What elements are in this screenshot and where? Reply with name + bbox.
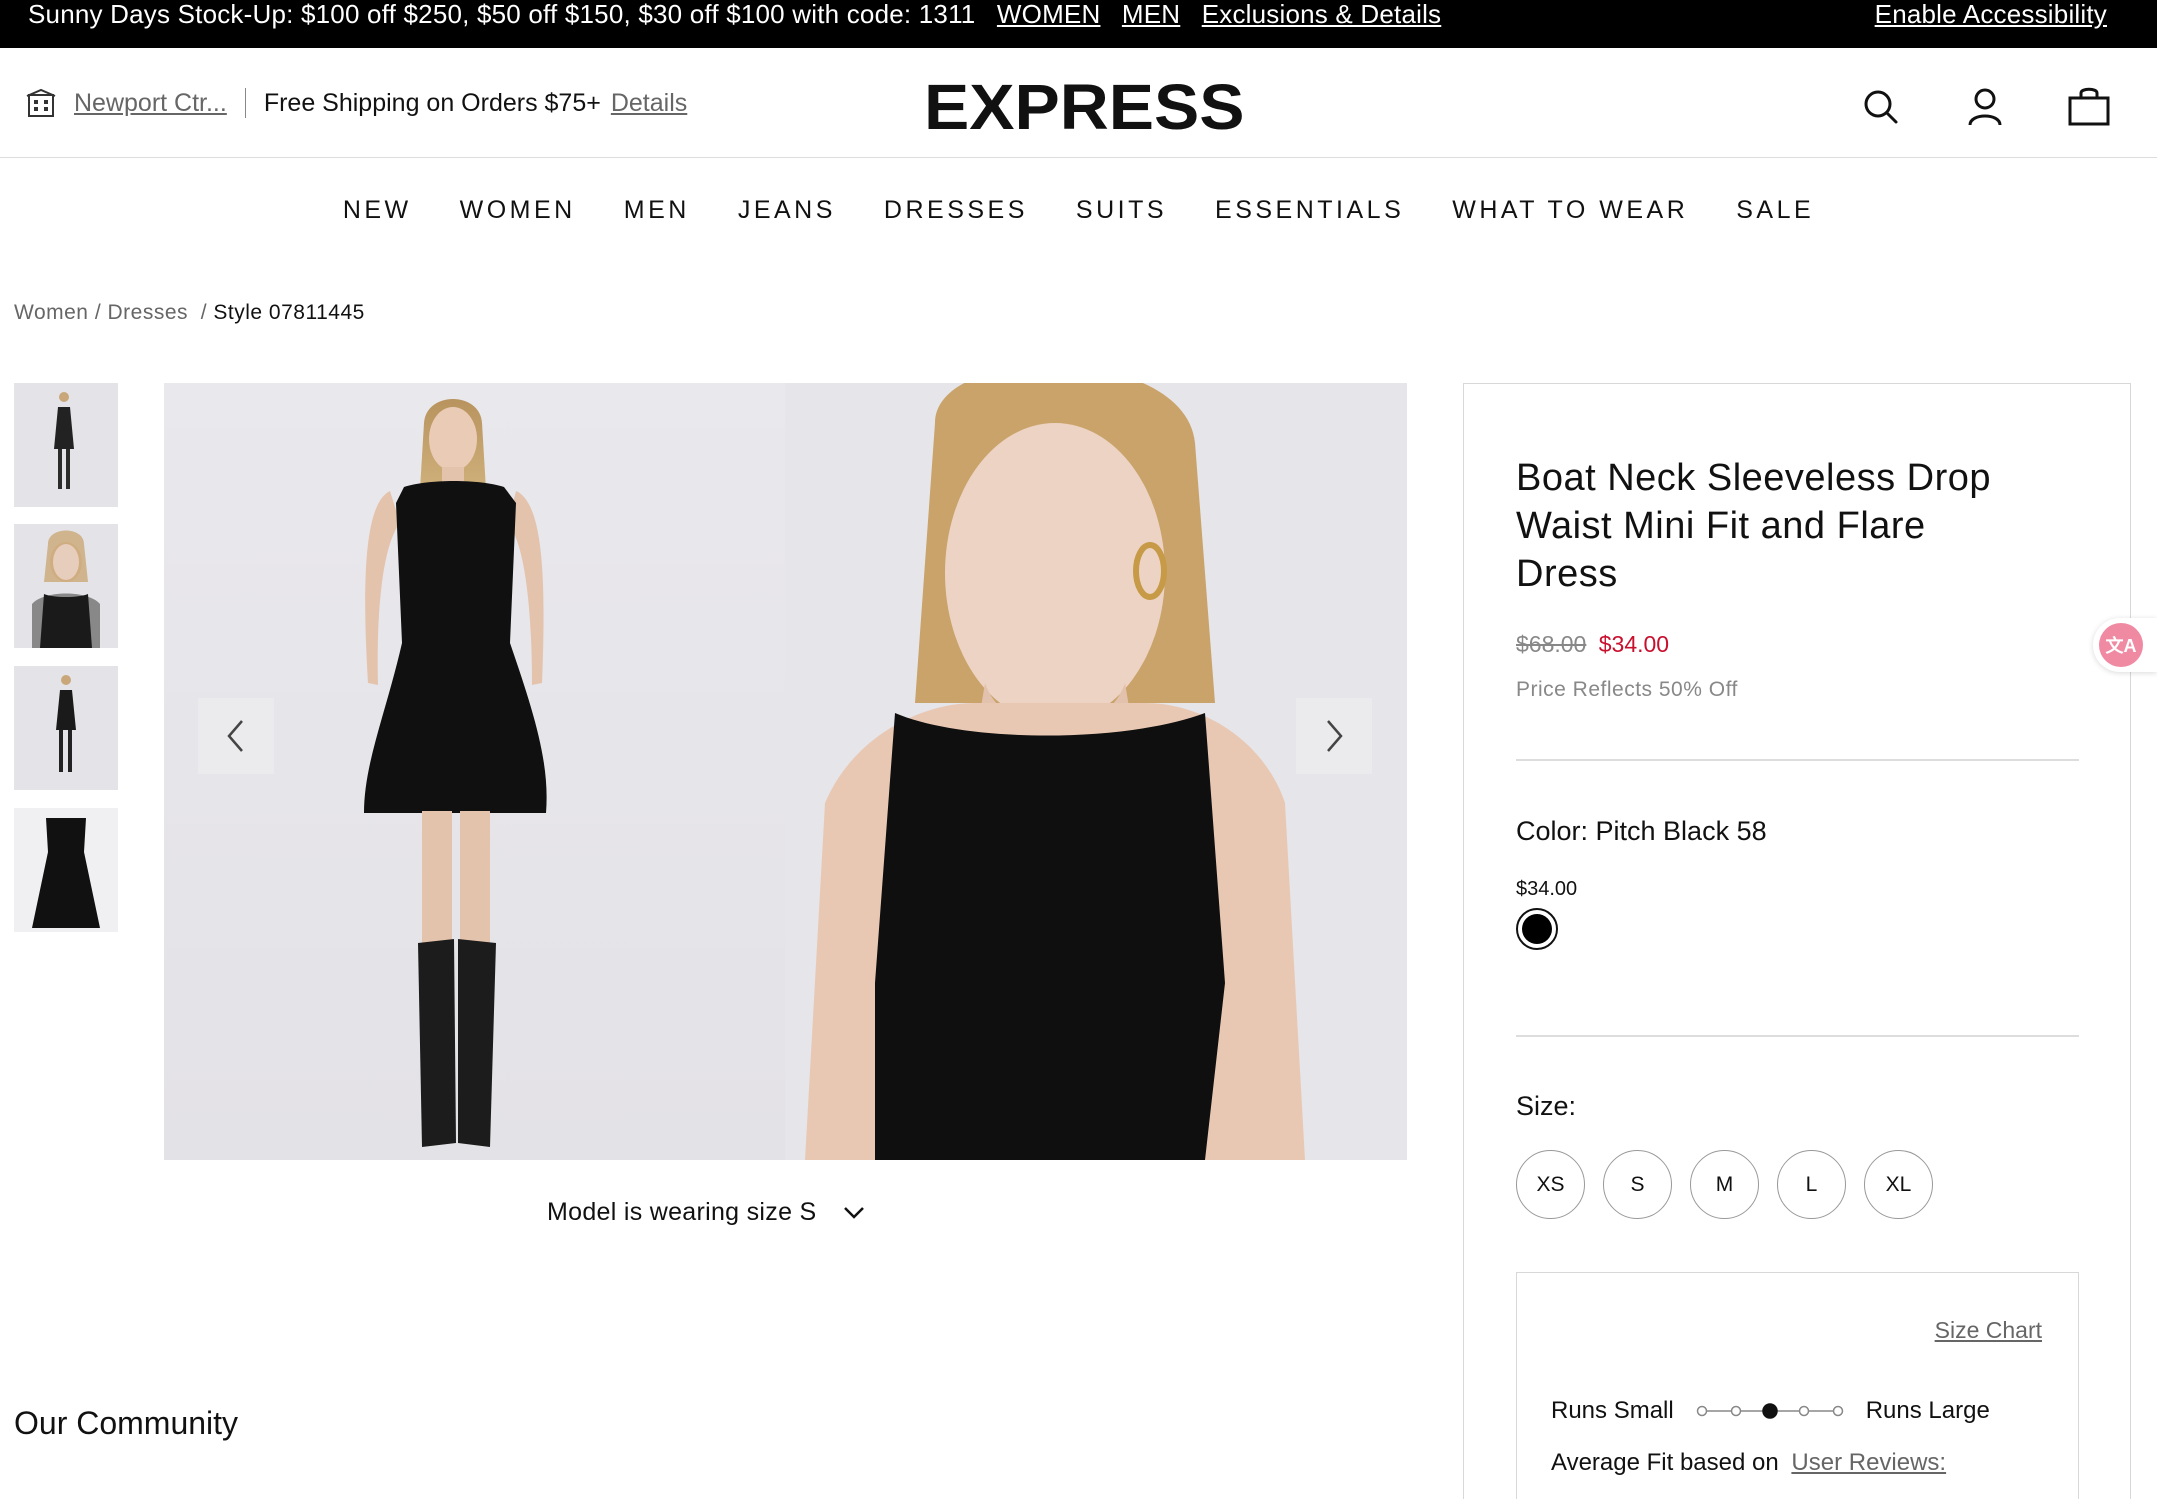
average-fit-text: Average Fit based on (1551, 1449, 1779, 1476)
swatch-price: $34.00 (1516, 878, 1578, 900)
section-divider (1516, 1035, 2079, 1037)
shipping-text: Free Shipping on Orders $75+ (263, 88, 601, 117)
express-logo[interactable]: EXPRESS (924, 70, 1244, 144)
nav-item-men[interactable]: MEN (624, 196, 690, 225)
size-option-s[interactable]: S (1603, 1150, 1672, 1219)
thumbnail-full-back[interactable] (14, 666, 118, 790)
nav-item-sale[interactable]: SALE (1736, 196, 1814, 225)
breadcrumb-separator: / (200, 301, 208, 324)
thumbnail-flat-lay[interactable] (14, 808, 118, 932)
chevron-left-icon (227, 720, 243, 752)
original-price: $68.00 (1516, 631, 1587, 657)
chevron-right-icon (1327, 720, 1343, 752)
gallery-prev-button[interactable] (198, 698, 274, 774)
nav-item-women[interactable]: WOMEN (460, 196, 576, 225)
promo-men-link[interactable]: MEN (1122, 0, 1180, 29)
nav-item-suits[interactable]: SUITS (1076, 196, 1167, 225)
fit-scale-marker (1696, 1405, 1707, 1417)
product-title: Boat Neck Sleeveless Drop Waist Mini Fit… (1516, 457, 1992, 595)
user-reviews-link[interactable]: User Reviews: (1791, 1449, 1946, 1476)
size-option-xs[interactable]: XS (1516, 1150, 1585, 1219)
fit-scale: Runs Small Runs Large (1551, 1397, 1990, 1425)
breadcrumb-separator: / (94, 301, 102, 324)
product-info-panel: Boat Neck Sleeveless Drop Waist Mini Fit… (1463, 383, 2131, 1499)
size-label: Size: (1516, 1091, 1577, 1121)
thumbnail-closeup[interactable] (14, 524, 118, 648)
breadcrumb-women[interactable]: Women (14, 301, 88, 324)
fit-scale-marker (1832, 1405, 1843, 1417)
price-block: $68.00 $34.00 (1516, 631, 1669, 658)
promo-bar: Sunny Days Stock-Up: $100 off $250, $50 … (0, 0, 2157, 48)
model-size-toggle[interactable]: Model is wearing size S (547, 1198, 865, 1227)
chevron-down-icon (843, 1206, 864, 1219)
thumbnail-back-image (56, 675, 76, 772)
nav-item-essentials[interactable]: ESSENTIALS (1215, 196, 1404, 225)
nav-item-dresses[interactable]: DRESSES (884, 196, 1028, 225)
breadcrumb-dresses[interactable]: Dresses (108, 301, 189, 324)
thumbnail-full-front[interactable] (14, 383, 118, 507)
size-option-l[interactable]: L (1777, 1150, 1846, 1219)
search-icon[interactable] (1858, 84, 1904, 130)
promo-message: Sunny Days Stock-Up: $100 off $250, $50 … (28, 0, 976, 29)
size-option-xl[interactable]: XL (1864, 1150, 1933, 1219)
swatch-fill (1522, 914, 1552, 944)
fit-scale-indicator (1696, 1403, 1843, 1419)
size-chart-link[interactable]: Size Chart (1935, 1317, 2042, 1344)
fit-scale-marker (1730, 1405, 1741, 1417)
account-icon[interactable] (1962, 84, 2008, 130)
fit-scale-marker (1798, 1405, 1809, 1417)
header-divider (244, 88, 246, 118)
community-heading: Our Community (14, 1405, 239, 1441)
gallery-next-button[interactable] (1296, 698, 1372, 774)
section-divider (1516, 759, 2079, 761)
fit-box: Size Chart Runs Small Runs Large Average… (1516, 1272, 2079, 1499)
nav-item-what-to-wear[interactable]: WHAT TO WEAR (1452, 196, 1688, 225)
price-note: Price Reflects 50% Off (1516, 678, 1738, 701)
runs-large-label: Runs Large (1865, 1397, 1990, 1424)
color-label: Color: Pitch Black 58 (1516, 816, 1767, 846)
translate-icon: 文A (2099, 623, 2143, 667)
promo-women-link[interactable]: WOMEN (997, 0, 1101, 29)
promo-exclusions-link[interactable]: Exclusions & Details (1202, 0, 1442, 29)
runs-small-label: Runs Small (1551, 1397, 1674, 1424)
size-option-m[interactable]: M (1690, 1150, 1759, 1219)
store-info: Newport Ctr... Free Shipping on Orders $… (26, 88, 687, 118)
main-nav: NEW WOMEN MEN JEANS DRESSES SUITS ESSENT… (0, 196, 2157, 225)
thumbnail-closeup-image (32, 530, 100, 648)
model-size-text: Model is wearing size S (547, 1198, 817, 1226)
fit-scale-marker-active (1761, 1403, 1778, 1419)
nav-item-new[interactable]: NEW (343, 196, 412, 225)
site-header: Newport Ctr... Free Shipping on Orders $… (0, 48, 2157, 158)
nav-item-jeans[interactable]: JEANS (738, 196, 836, 225)
color-swatch-pitch-black[interactable] (1516, 908, 1558, 950)
size-options: XS S M L XL (1516, 1150, 1933, 1219)
enable-accessibility-link[interactable]: Enable Accessibility (1875, 0, 2107, 28)
shopping-bag-icon[interactable] (2066, 84, 2112, 130)
thumbnail-dress-image (54, 392, 74, 489)
average-fit: Average Fit based on User Reviews: (1551, 1449, 1946, 1477)
breadcrumb-style: Style 07811445 (213, 301, 365, 324)
sale-price: $34.00 (1598, 631, 1670, 657)
store-name-link[interactable]: Newport Ctr... (74, 89, 227, 118)
store-building-icon (26, 88, 56, 117)
breadcrumb: Women / Dresses / Style 07811445 (14, 301, 365, 325)
shipping-details-link[interactable]: Details (611, 89, 687, 118)
thumbnail-flat-image (32, 818, 100, 928)
translate-widget[interactable]: 文A (2093, 618, 2157, 672)
